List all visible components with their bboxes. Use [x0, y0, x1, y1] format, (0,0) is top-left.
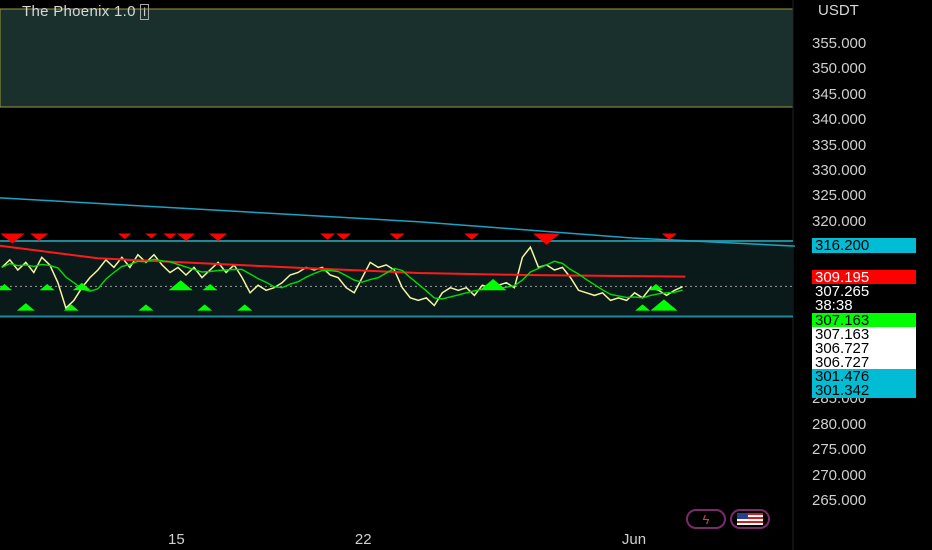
- sell-signal-marker: [320, 233, 336, 240]
- y-tick-label: 350.000: [812, 60, 867, 78]
- bottom-toolbar: ϟ: [686, 509, 770, 529]
- y-tick-label: 325.000: [812, 187, 867, 205]
- channel-fill: [0, 241, 793, 317]
- y-tick-label: 345.000: [812, 85, 867, 103]
- indicator-panel: [0, 8, 794, 108]
- currency-label: USDT: [818, 2, 859, 19]
- sell-signal-marker: [145, 233, 158, 239]
- sell-signal-marker: [661, 233, 677, 240]
- indicator-title[interactable]: The Phoenix 1.0 i: [22, 3, 150, 20]
- us-flag-icon[interactable]: [730, 509, 770, 529]
- sell-signal-marker: [30, 233, 49, 242]
- chart-area[interactable]: [0, 0, 932, 550]
- sell-signal-marker: [389, 233, 405, 240]
- sell-signal-marker: [464, 233, 480, 240]
- y-tick-label: 265.000: [812, 492, 867, 510]
- price-tag: 301.342: [812, 383, 916, 398]
- price-tag: 316.200: [812, 238, 916, 253]
- y-tick-label: 275.000: [812, 441, 867, 459]
- x-tick-label: Jun: [621, 531, 647, 548]
- y-tick-label: 280.000: [812, 415, 867, 433]
- price-tag: 38:38: [812, 298, 916, 313]
- y-tick-label: 355.000: [812, 35, 867, 52]
- sell-signal-marker: [209, 233, 228, 242]
- x-tick-label: 22: [354, 531, 372, 548]
- sell-signal-marker: [118, 233, 132, 240]
- y-tick-label: 335.000: [812, 136, 867, 154]
- sell-signal-marker: [177, 233, 196, 242]
- y-tick-label: 340.000: [812, 111, 867, 129]
- y-tick-label: 270.000: [812, 466, 867, 484]
- flash-icon[interactable]: ϟ: [686, 509, 726, 529]
- info-square-icon[interactable]: i: [140, 4, 150, 20]
- y-tick-label: 320.000: [812, 212, 867, 230]
- y-tick-label: 330.000: [812, 161, 867, 179]
- x-tick-label: 15: [168, 531, 185, 548]
- sell-signal-marker: [163, 233, 177, 240]
- sell-signal-marker: [336, 233, 352, 240]
